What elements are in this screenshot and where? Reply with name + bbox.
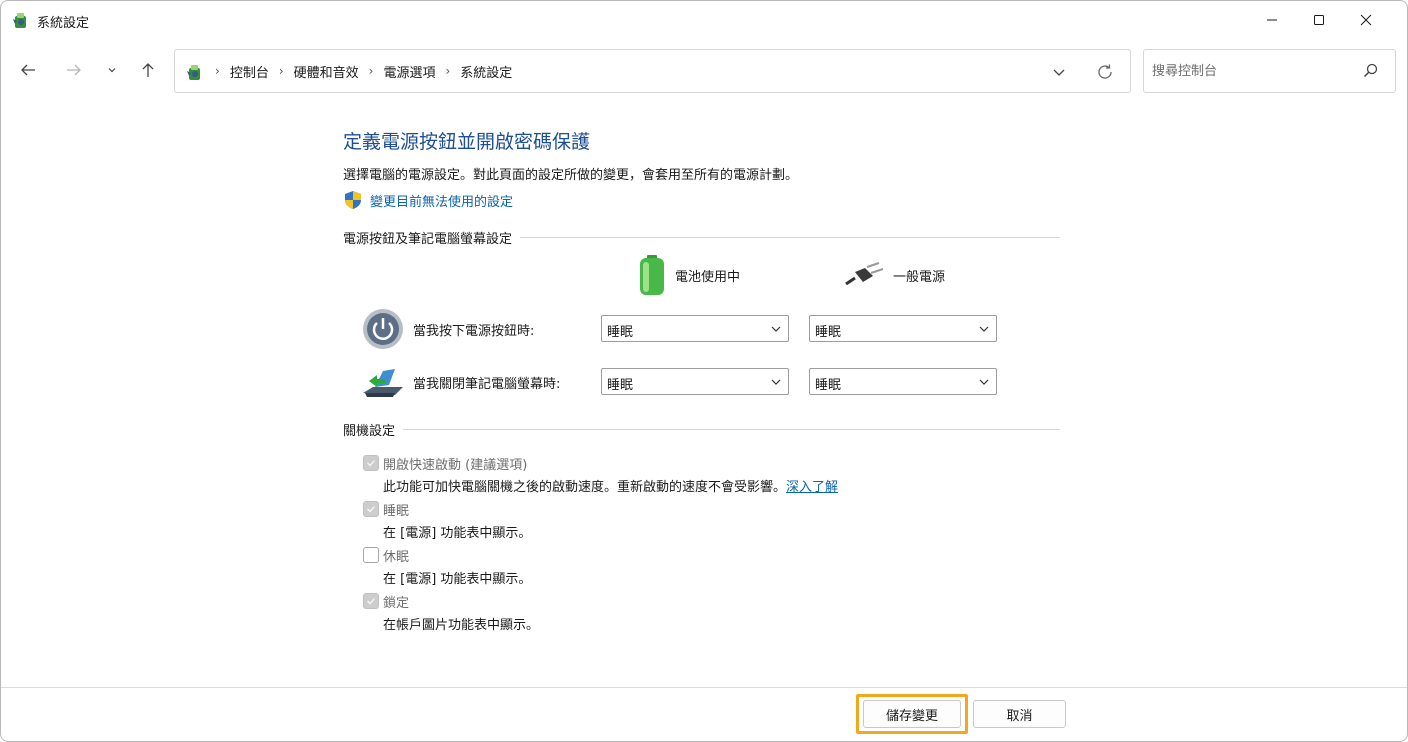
select-value: 睡眠 — [815, 378, 842, 393]
power-button-icon — [363, 309, 403, 349]
uac-shield-icon — [345, 191, 361, 209]
chevron-right-icon: › — [278, 64, 284, 78]
select-value: 睡眠 — [607, 378, 634, 393]
hibernate-label: 休眠 — [383, 550, 410, 565]
laptop-lid-icon — [363, 369, 403, 397]
sleep-checkbox[interactable] — [363, 501, 379, 517]
fast-startup-label: 開啟快速啟動 (建議選項) — [383, 458, 528, 473]
search-box[interactable] — [1143, 49, 1396, 93]
fast-startup-checkbox[interactable] — [363, 455, 379, 471]
navigation-bar: › 控制台 › 硬體和音效 › 電源選項 › 系統設定 — [1, 45, 1407, 97]
control-panel-icon — [187, 65, 200, 80]
breadcrumb: › 控制台 › 硬體和音效 › 電源選項 › 系統設定 — [211, 50, 512, 92]
power-button-battery-select[interactable]: 睡眠 — [601, 315, 789, 342]
page-title: 定義電源按鈕並開啟密碼保護 — [343, 131, 591, 153]
battery-icon — [640, 255, 664, 295]
search-input[interactable] — [1152, 60, 1352, 82]
refresh-button[interactable] — [1093, 60, 1117, 84]
minimize-button[interactable] — [1249, 1, 1295, 39]
back-button[interactable] — [15, 57, 41, 83]
lid-close-ac-select[interactable]: 睡眠 — [809, 368, 997, 395]
learn-more-link[interactable]: 深入了解 — [786, 480, 838, 495]
up-button[interactable] — [135, 57, 161, 83]
power-button-ac-select[interactable]: 睡眠 — [809, 315, 997, 342]
page-description: 選擇電腦的電源設定。對此頁面的設定所做的變更，會套用至所有的電源計劃。 — [343, 168, 799, 183]
power-buttons-section-heading: 電源按鈕及筆記電腦螢幕設定 — [343, 227, 1060, 247]
lock-label: 鎖定 — [383, 596, 410, 611]
system-settings-window: 系統設定 › 控制台 › 硬體和音效 › 電源選項 › 系統設定 搜尋控制台 定… — [0, 0, 1408, 742]
sleep-description: 在 [電源] 功能表中顯示。 — [383, 526, 532, 541]
ac-column-label: 一般電源 — [893, 269, 946, 285]
shutdown-section-heading: 關機設定 — [343, 419, 1060, 439]
breadcrumb-item[interactable]: 控制台 — [230, 62, 269, 81]
search-icon[interactable] — [1362, 62, 1380, 80]
arrow-up-icon — [142, 63, 154, 77]
maximize-icon — [1314, 15, 1324, 25]
breadcrumb-item[interactable]: 系統設定 — [460, 62, 512, 81]
arrow-right-icon — [67, 64, 81, 76]
address-bar[interactable]: › 控制台 › 硬體和音效 › 電源選項 › 系統設定 — [174, 49, 1131, 93]
checkmark-icon — [367, 598, 375, 605]
power-plug-icon — [845, 262, 884, 286]
fast-startup-description: 此功能可加快電腦關機之後的啟動速度。重新啟動的速度不會受影響。深入了解 — [383, 476, 838, 495]
breadcrumb-item[interactable]: 電源選項 — [383, 62, 435, 81]
chevron-down-icon — [771, 326, 781, 332]
chevron-down-icon — [979, 379, 989, 385]
cancel-button[interactable]: 取消 — [973, 700, 1066, 728]
breadcrumb-item[interactable]: 硬體和音效 — [294, 62, 359, 81]
chevron-down-icon — [108, 68, 116, 73]
footer-divider — [1, 687, 1407, 688]
select-value: 睡眠 — [607, 325, 634, 340]
close-button[interactable] — [1343, 1, 1389, 39]
lock-checkbox[interactable] — [363, 593, 379, 609]
battery-column-label: 電池使用中 — [675, 269, 741, 285]
maximize-button[interactable] — [1296, 1, 1342, 39]
chevron-right-icon: › — [368, 64, 374, 78]
hibernate-description: 在 [電源] 功能表中顯示。 — [383, 572, 532, 587]
window-title: 系統設定 — [37, 16, 90, 31]
battery-column-header: 電池使用中 — [637, 253, 740, 297]
description-text: 此功能可加快電腦關機之後的啟動速度。重新啟動的速度不會受影響。 — [383, 480, 787, 495]
divider — [403, 428, 1060, 430]
close-icon — [1360, 14, 1372, 26]
divider — [520, 236, 1060, 238]
checkmark-icon — [367, 506, 375, 513]
lid-close-action-label: 當我關閉筆記電腦螢幕時: — [413, 377, 561, 392]
chevron-down-icon — [1053, 69, 1065, 76]
minimize-icon — [1267, 19, 1277, 21]
forward-button[interactable] — [61, 57, 87, 83]
title-bar: 系統設定 — [1, 1, 1407, 39]
chevron-down-icon — [979, 326, 989, 332]
change-unavailable-settings-link[interactable]: 變更目前無法使用的設定 — [370, 191, 513, 210]
control-panel-icon — [13, 13, 26, 28]
refresh-icon — [1098, 64, 1112, 79]
checkmark-icon — [367, 460, 375, 467]
lock-description: 在帳戶圖片功能表中顯示。 — [383, 618, 540, 633]
lid-close-battery-select[interactable]: 睡眠 — [601, 368, 789, 395]
save-changes-button[interactable]: 儲存變更 — [863, 700, 961, 728]
select-value: 睡眠 — [815, 325, 842, 340]
section-heading-text: 關機設定 — [343, 423, 396, 439]
hibernate-checkbox[interactable] — [363, 547, 379, 563]
power-button-action-label: 當我按下電源按鈕時: — [413, 324, 535, 339]
ac-column-header: 一般電源 — [843, 253, 945, 297]
section-heading-text: 電源按鈕及筆記電腦螢幕設定 — [343, 231, 513, 247]
chevron-down-icon — [771, 379, 781, 385]
address-history-button[interactable] — [1047, 60, 1071, 84]
sleep-label: 睡眠 — [383, 504, 410, 519]
chevron-right-icon: › — [445, 64, 451, 78]
arrow-left-icon — [21, 64, 35, 76]
recent-locations-button[interactable] — [99, 57, 125, 83]
chevron-right-icon: › — [215, 64, 220, 78]
